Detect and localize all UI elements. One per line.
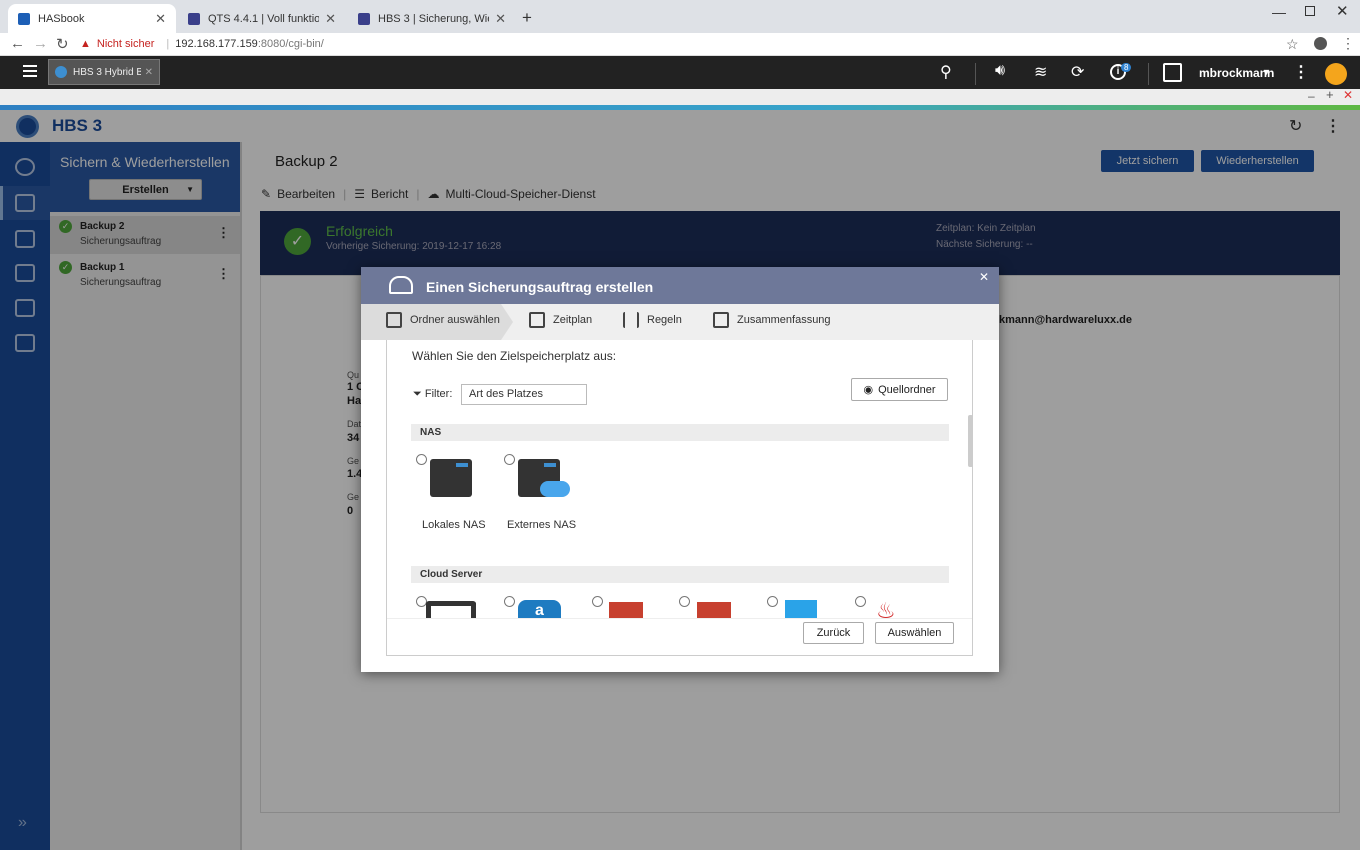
local-nas-icon[interactable] <box>430 459 472 497</box>
dialog-close-icon[interactable]: ✕ <box>979 270 989 284</box>
url-path: :8080/cgi-bin/ <box>257 38 324 50</box>
divider <box>1148 63 1149 85</box>
scrollbar[interactable] <box>968 415 972 467</box>
back-icon[interactable]: ← <box>10 35 25 52</box>
radio-local-nas[interactable] <box>416 454 427 465</box>
close-tab-icon[interactable]: ✕ <box>495 11 506 27</box>
new-tab-icon[interactable]: + <box>522 8 532 28</box>
tab-title: HBS 3 | Sicherung, Wiederherste <box>378 12 489 25</box>
radio-amazon-drive[interactable] <box>504 596 515 607</box>
tab-title: QTS 4.4.1 | Voll funktionsfähiges <box>208 12 320 25</box>
forward-icon[interactable]: → <box>33 35 48 52</box>
profile-icon[interactable] <box>1314 37 1327 50</box>
hbs-app-icon <box>55 66 67 78</box>
app-maximize-icon[interactable]: + <box>1326 87 1334 102</box>
address-bar: ← → ↻ ▲ Nicht sicher | 192.168.177.159 :… <box>0 33 1360 56</box>
filter-icon: ⏷ <box>413 388 422 400</box>
browser-tab-hasbook[interactable]: HASbook ✕ <box>8 4 176 33</box>
filter-dropdown[interactable]: Art des Platzes <box>461 384 587 405</box>
folder-icon <box>386 312 402 328</box>
source-folder-label: Quellordner <box>878 383 936 396</box>
qnap-favicon-icon <box>188 12 200 25</box>
app-close-icon[interactable]: ✕ <box>1343 88 1353 102</box>
radio-azure[interactable] <box>767 596 778 607</box>
radio-amazon-glacier[interactable] <box>679 596 690 607</box>
step-label: Zusammenfassung <box>737 314 831 326</box>
user-dropdown-icon[interactable]: ▼ <box>1262 67 1271 77</box>
section-header-cloud: Cloud Server <box>411 566 949 583</box>
section-header-nas: NAS <box>411 424 949 441</box>
wizard-steps: Ordner auswählen Zeitplan Regeln Zusamme… <box>361 304 999 340</box>
maximize-window-icon[interactable] <box>1305 6 1315 16</box>
app-tab-label: HBS 3 Hybrid B... <box>73 66 141 78</box>
qnap-favicon-icon <box>358 12 370 25</box>
source-folder-button[interactable]: ◉ Quellordner <box>851 378 948 401</box>
main-menu-icon[interactable] <box>23 65 37 77</box>
search-icon[interactable]: ⚲ <box>940 62 952 82</box>
sync-icon[interactable]: ⟳ <box>1071 62 1084 82</box>
window-controls-strip: – + ✕ <box>0 87 1360 105</box>
bookmark-star-icon[interactable]: ☆ <box>1286 36 1299 53</box>
step-rules: Regeln <box>623 312 682 328</box>
close-window-icon[interactable]: ✕ <box>1336 2 1349 20</box>
step-label: Zeitplan <box>553 314 593 326</box>
step-label: Ordner auswählen <box>410 314 500 326</box>
back-button[interactable]: Zurück <box>803 622 864 644</box>
select-button[interactable]: Auswählen <box>875 622 954 644</box>
reload-icon[interactable]: ↻ <box>56 35 69 53</box>
step-label: Regeln <box>647 314 682 326</box>
url-host: 192.168.177.159 <box>175 38 258 50</box>
filter-label: ⏷ Filter: <box>413 388 452 401</box>
divider <box>975 63 976 85</box>
browser-tab-qts[interactable]: QTS 4.4.1 | Voll funktionsfähiges ✕ <box>178 4 346 33</box>
minimize-window-icon[interactable]: — <box>1272 4 1286 20</box>
browser-tab-bar: HASbook ✕ QTS 4.4.1 | Voll funktionsfähi… <box>0 0 1360 33</box>
dashboard-gauge-icon[interactable] <box>1325 63 1347 85</box>
warning-icon: ▲ <box>80 38 91 50</box>
tab-title: HASbook <box>38 12 85 25</box>
step-schedule: Zeitplan <box>529 312 592 328</box>
volume-icon[interactable]: 🔊︎ <box>995 62 1005 80</box>
clipboard-icon <box>713 312 729 328</box>
step-select-folder: Ordner auswählen <box>386 312 500 328</box>
radio-external-nas[interactable] <box>504 454 515 465</box>
external-nas-label[interactable]: Externes NAS <box>507 519 576 531</box>
eye-icon: ◉ <box>863 384 874 396</box>
step-summary: Zusammenfassung <box>713 312 831 328</box>
create-backup-dialog: Einen Sicherungsauftrag erstellen ✕ Ordn… <box>361 267 999 672</box>
prompt-text: Wählen Sie den Zielspeicherplatz aus: <box>412 349 617 363</box>
radio-amazon-s3[interactable] <box>592 596 603 607</box>
dialog-title: Einen Sicherungsauftrag erstellen <box>426 279 654 295</box>
local-nas-label[interactable]: Lokales NAS <box>422 519 486 531</box>
qts-app-tab[interactable]: HBS 3 Hybrid B... ✕ <box>48 59 160 85</box>
tasks-icon[interactable]: ≋ <box>1034 62 1047 82</box>
qnap-favicon-icon <box>18 12 30 25</box>
sliders-icon <box>623 312 639 328</box>
url-field[interactable]: ▲ Nicht sicher | 192.168.177.159 :8080/c… <box>80 35 1300 53</box>
calendar-icon <box>529 312 545 328</box>
dialog-header: Einen Sicherungsauftrag erstellen ✕ <box>361 267 999 304</box>
backup-job-icon <box>389 276 413 294</box>
url-separator: | <box>166 38 170 50</box>
destination-picker: Wählen Sie den Zielspeicherplatz aus: ⏷ … <box>386 340 973 656</box>
browser-menu-icon[interactable]: ⋮ <box>1341 35 1355 52</box>
security-warning[interactable]: Nicht sicher <box>97 38 154 50</box>
browser-tab-hbs[interactable]: HBS 3 | Sicherung, Wiederherste ✕ <box>348 4 516 33</box>
user-avatar-icon[interactable] <box>1163 63 1182 82</box>
qts-top-bar <box>0 56 1360 89</box>
more-options-icon[interactable]: ⋮ <box>1293 62 1309 82</box>
radio-backblaze[interactable] <box>855 596 866 607</box>
filter-label-text: Filter: <box>424 388 453 400</box>
close-app-tab-icon[interactable]: ✕ <box>145 67 153 78</box>
close-tab-icon[interactable]: ✕ <box>325 11 336 27</box>
external-nas-icon[interactable] <box>518 459 570 497</box>
close-tab-icon[interactable]: ✕ <box>155 11 166 27</box>
app-minimize-icon[interactable]: – <box>1308 89 1315 103</box>
